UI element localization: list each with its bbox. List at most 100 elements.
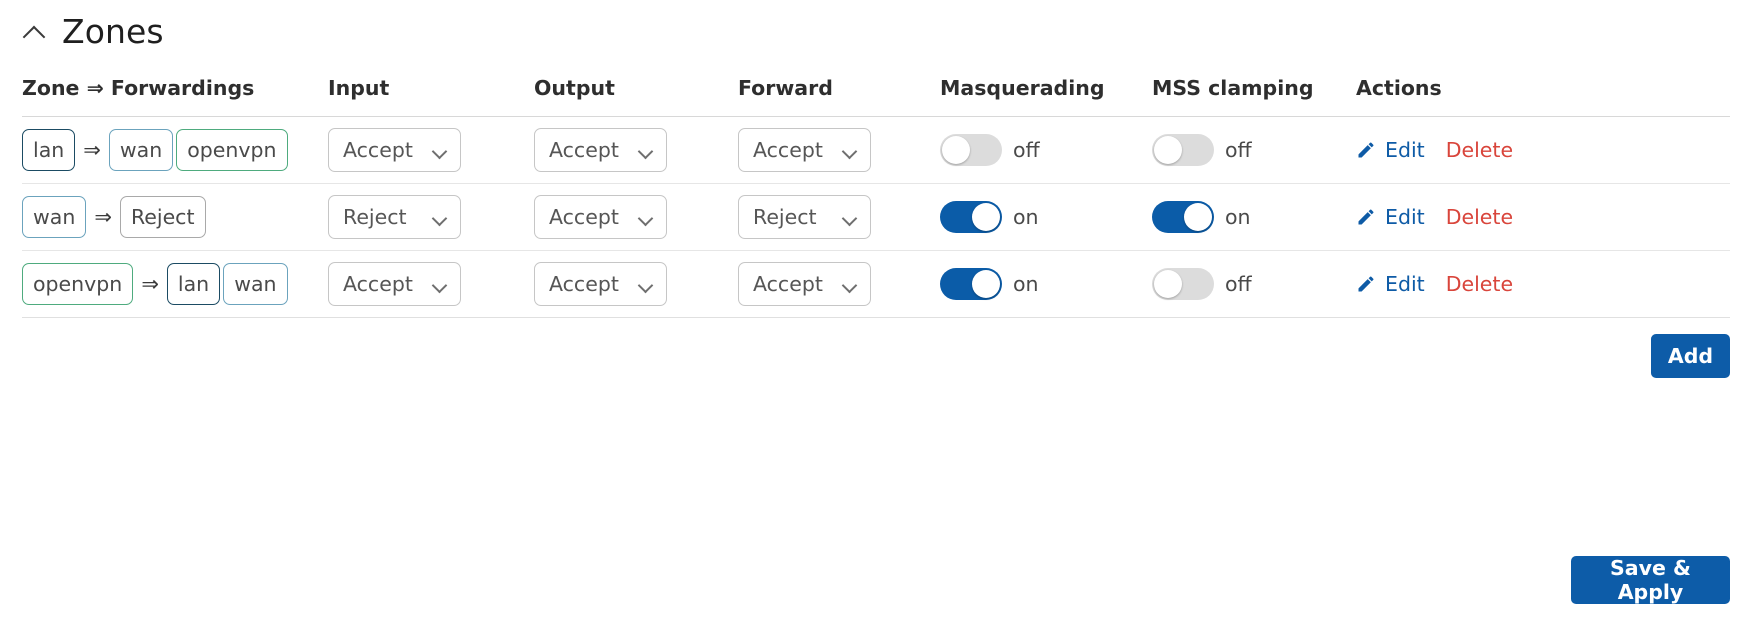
pencil-icon[interactable] xyxy=(1356,274,1376,294)
masquerading-toggle-cell: on xyxy=(940,201,1152,233)
output-select-value: Accept xyxy=(549,138,619,162)
masquerading-toggle[interactable] xyxy=(940,134,1002,166)
output-select-value: Accept xyxy=(549,205,619,229)
pencil-icon[interactable] xyxy=(1356,140,1376,160)
chevron-down-icon xyxy=(841,143,858,160)
table-row: wan ⇒ Reject Reject Accept Reject on on Edit Dele… xyxy=(22,183,1730,251)
save-apply-button[interactable]: Save & Apply xyxy=(1571,556,1730,604)
page-title: Zones xyxy=(62,11,164,51)
toggle-knob xyxy=(1154,270,1182,298)
masquerading-toggle[interactable] xyxy=(940,268,1002,300)
zone-badge-lan: lan xyxy=(22,129,76,171)
zone-badge-group: lan ⇒ wan openvpn xyxy=(22,129,328,171)
masquerading-cell: on xyxy=(940,250,1152,318)
forward-select[interactable]: Accept xyxy=(738,262,871,306)
header-output: Output xyxy=(534,76,738,117)
header-zone-forwardings: Zone ⇒ Forwardings xyxy=(22,76,328,117)
input-select[interactable]: Accept xyxy=(328,262,461,306)
table-row: openvpn ⇒ lan wan Accept Accept Accept on off Edi… xyxy=(22,250,1730,318)
delete-link[interactable]: Delete xyxy=(1446,138,1513,162)
header-input: Input xyxy=(328,76,534,117)
mss_clamping-toggle-label: off xyxy=(1225,138,1252,162)
mss_clamping-toggle-cell: on xyxy=(1152,201,1356,233)
output-select[interactable]: Accept xyxy=(534,262,667,306)
chevron-up-icon[interactable] xyxy=(22,18,48,44)
mss_clamping-toggle-cell: off xyxy=(1152,134,1356,166)
forward-cell: Accept xyxy=(738,250,940,318)
forward-arrow-icon: ⇒ xyxy=(94,204,112,229)
input-select-value: Accept xyxy=(343,272,413,296)
zone-badge-group: wan ⇒ Reject xyxy=(22,196,328,238)
mss_clamping-toggle-label: on xyxy=(1225,205,1251,229)
toggle-knob xyxy=(942,136,970,164)
add-row: Add xyxy=(22,334,1730,378)
chevron-down-icon xyxy=(431,210,448,227)
input-select-value: Reject xyxy=(343,205,407,229)
forward-select[interactable]: Accept xyxy=(738,128,871,172)
actions-group: Edit Delete xyxy=(1356,272,1730,296)
chevron-down-icon xyxy=(431,277,448,294)
zone-badge-group: openvpn ⇒ lan wan xyxy=(22,263,328,305)
output-select-value: Accept xyxy=(549,272,619,296)
zone-forwardings-cell: lan ⇒ wan openvpn xyxy=(22,116,328,184)
zone-badge-openvpn: openvpn xyxy=(176,129,288,171)
forward-select[interactable]: Reject xyxy=(738,195,871,239)
mss_clamping-toggle[interactable] xyxy=(1152,268,1214,300)
mss_clamping-toggle[interactable] xyxy=(1152,134,1214,166)
toggle-knob xyxy=(1184,203,1212,231)
toggle-knob xyxy=(972,203,1000,231)
header-forward: Forward xyxy=(738,76,940,117)
header-mss-clamping: MSS clamping xyxy=(1152,76,1356,117)
header-actions: Actions xyxy=(1356,76,1730,117)
forward-select-value: Reject xyxy=(753,205,817,229)
chevron-down-icon xyxy=(637,210,654,227)
zone-badge-wan: wan xyxy=(108,129,174,171)
zones-table: Zone ⇒ Forwardings Input Output Forward … xyxy=(22,76,1730,318)
chevron-down-icon xyxy=(637,143,654,160)
masquerading-toggle-label: off xyxy=(1013,138,1040,162)
output-cell: Accept xyxy=(534,116,738,184)
edit-link[interactable]: Edit xyxy=(1385,272,1425,296)
zones-page: Zones Zone ⇒ Forwardings Input Output Fo… xyxy=(0,0,1752,622)
input-select-value: Accept xyxy=(343,138,413,162)
toggle-knob xyxy=(972,270,1000,298)
edit-link[interactable]: Edit xyxy=(1385,205,1425,229)
input-select[interactable]: Accept xyxy=(328,128,461,172)
zone-badge-wan: wan xyxy=(22,196,87,238)
mss_clamping-toggle-label: off xyxy=(1225,272,1252,296)
table-row: lan ⇒ wan openvpn Accept Accept Accept off off Ed… xyxy=(22,116,1730,184)
masquerading-toggle-label: on xyxy=(1013,205,1039,229)
chevron-down-icon xyxy=(841,277,858,294)
mss-clamping-cell: off xyxy=(1152,116,1356,184)
zone-badge-lan: lan xyxy=(166,263,221,305)
edit-link[interactable]: Edit xyxy=(1385,138,1425,162)
zone-badge-wan: wan xyxy=(223,263,288,305)
chevron-down-icon xyxy=(841,210,858,227)
forward-arrow-icon: ⇒ xyxy=(83,137,101,162)
masquerading-cell: off xyxy=(940,116,1152,184)
add-button[interactable]: Add xyxy=(1651,334,1730,378)
input-select[interactable]: Reject xyxy=(328,195,461,239)
output-select[interactable]: Accept xyxy=(534,195,667,239)
header-masquerading: Masquerading xyxy=(940,76,1152,117)
masquerading-toggle-cell: off xyxy=(940,134,1152,166)
output-select[interactable]: Accept xyxy=(534,128,667,172)
delete-link[interactable]: Delete xyxy=(1446,205,1513,229)
chevron-down-icon xyxy=(431,143,448,160)
toggle-knob xyxy=(1154,136,1182,164)
forward-cell: Accept xyxy=(738,116,940,184)
delete-link[interactable]: Delete xyxy=(1446,272,1513,296)
masquerading-cell: on xyxy=(940,183,1152,251)
input-cell: Reject xyxy=(328,183,534,251)
zone-forwardings-cell: openvpn ⇒ lan wan xyxy=(22,250,328,318)
pencil-icon[interactable] xyxy=(1356,207,1376,227)
mss_clamping-toggle[interactable] xyxy=(1152,201,1214,233)
zone-badge-reject: Reject xyxy=(119,196,206,238)
masquerading-toggle[interactable] xyxy=(940,201,1002,233)
forward-select-value: Accept xyxy=(753,138,823,162)
actions-group: Edit Delete xyxy=(1356,205,1730,229)
zone-badge-openvpn: openvpn xyxy=(22,263,134,305)
output-cell: Accept xyxy=(534,183,738,251)
actions-cell: Edit Delete xyxy=(1356,250,1730,318)
forward-arrow-icon: ⇒ xyxy=(141,271,159,296)
